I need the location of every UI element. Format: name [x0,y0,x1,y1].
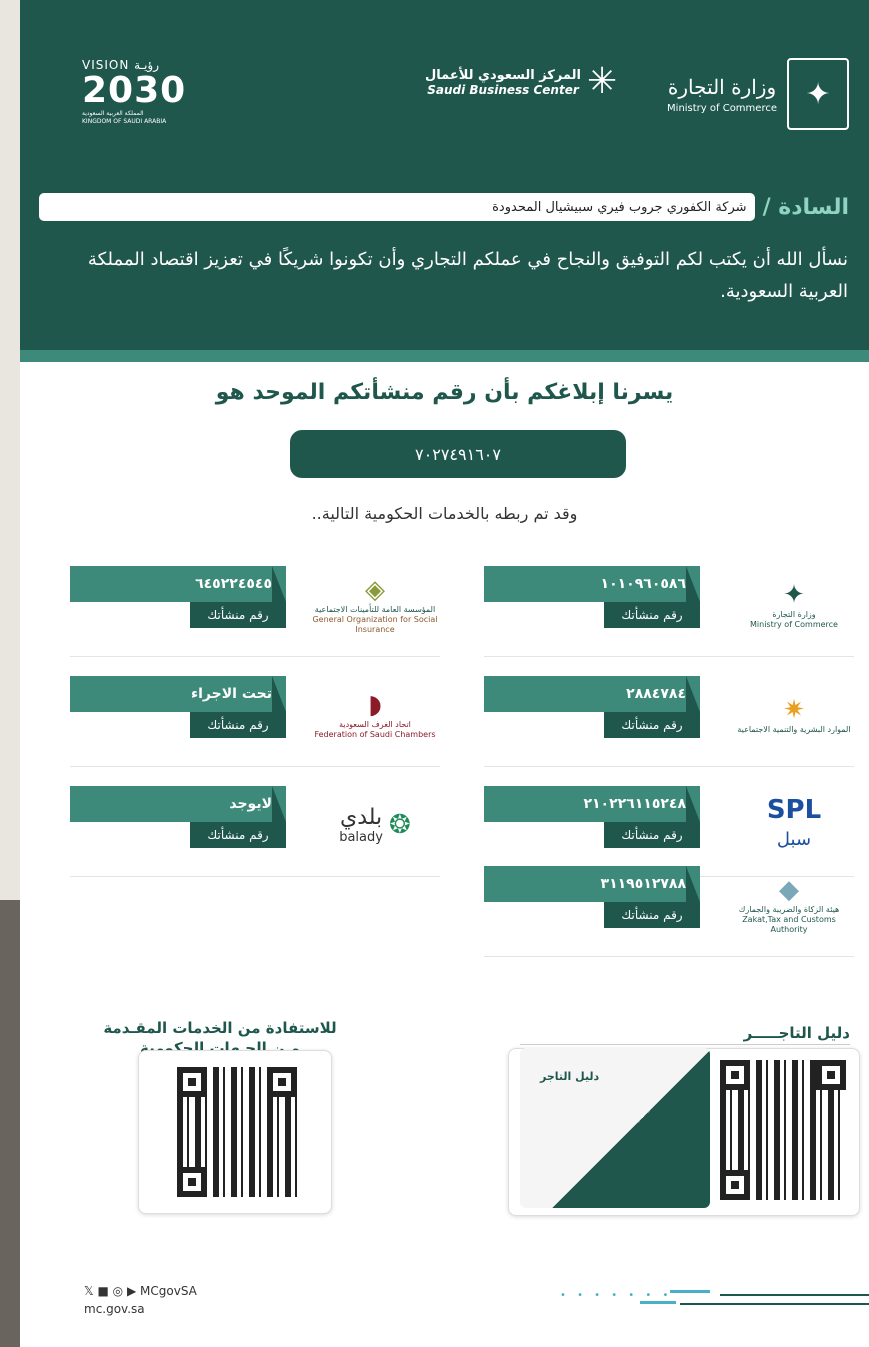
decorative-line [670,1290,710,1293]
service-number: ٢٨٨٤٧٨٤ [484,676,700,712]
x-icon: 𝕏 [84,1284,94,1298]
service-number-label: رقم منشأتك [604,602,700,628]
service-logo: SPL سبل [734,790,854,860]
ministry-name-ar: وزارة التجارة [667,74,777,99]
instagram-icon: ◎ [112,1284,124,1298]
header-panel: ✦ وزارة التجارة Ministry of Commerce ✳ ا… [20,0,869,350]
service-number-label: رقم منشأتك [604,902,700,928]
qr-finder [720,1060,750,1090]
youtube-icon: ▶ [126,1284,137,1298]
service-number: ١٠١٠٩٦٠٥٨٦ [484,566,700,602]
merchant-guide-title: دليل التاجـــــر [743,1024,850,1042]
guide-divider [520,1044,850,1045]
hrsd-star-icon: ✷ [783,695,805,725]
service-number-label: رقم منشأتك [604,822,700,848]
gosi-icon: ◈ [365,575,385,605]
qr-title-line1: للاستفادة من الخدمات المقـدمة [103,1019,337,1037]
header-accent-bar [20,350,869,362]
service-logo: بلدي balady ❂ [310,790,440,860]
fsc-icon: ◗ [368,690,382,720]
service-balady: بلدي balady ❂ لايوجد رقم منشأتك [70,786,440,877]
sbc-logo: ✳ المركز السعودي للأعمال Saudi Business … [425,62,617,102]
ministry-name-en: Ministry of Commerce [667,102,777,114]
service-number: ٢١٠٢٢٦١١٥٢٤٨ [484,786,700,822]
website-url[interactable]: mc.gov.sa [84,1302,145,1316]
spl-logo-ar: سبل [776,829,812,850]
vision-sub-en: KINGDOM OF SAUDI ARABIA [82,118,167,125]
decorative-line [640,1301,676,1304]
decorative-dots: • • • • • • • [560,1290,673,1301]
service-zatca: ◆ هيئة الزكاة والضريبة والجمارك Zakat,Ta… [484,866,854,957]
vision-sub-ar: المملكة العربية السعودية [82,110,144,117]
service-name-ar: اتحاد الغرف السعودية [339,720,411,729]
service-number-label: رقم منشأتك [604,712,700,738]
greeting-text: نسأل الله أن يكتب لكم التوفيق والنجاح في… [87,249,848,302]
service-logo: ◈ المؤسسة العامة للتأمينات الاجتماعية Ge… [310,570,440,640]
company-name-field: شركة الكفوري جروب فيري سبيشيال المحدودة [39,193,755,221]
sbc-star-icon: ✳ [587,61,618,102]
service-number: ٣١١٩٥١٢٧٨٨ [484,866,700,902]
service-number: ٦٤٥٢٢٤٥٤٥ [70,566,286,602]
service-name-ar: المؤسسة العامة للتأمينات الاجتماعية [314,605,436,614]
recipient-row: السادة / شركة الكفوري جروب فيري سبيشيال … [39,192,849,222]
social-handles: 𝕏 ■ ◎ ▶ MCgovSA [84,1284,197,1298]
service-logo: ✦ وزارة التجارة Ministry of Commerce [734,570,854,640]
qr-finder [267,1067,297,1097]
sbc-name-en: Saudi Business Center [427,82,579,97]
ministry-logo: ✦ وزارة التجارة Ministry of Commerce [667,58,849,130]
service-name-ar: هيئة الزكاة والضريبة والجمارك [738,905,840,914]
vision-year: 2030 [82,70,187,111]
linked-services-text: وقد تم ربطه بالخدمات الحكومية التالية.. [311,504,578,523]
balady-palm-icon: ❂ [388,810,411,840]
service-number-label: رقم منشأتك [190,602,286,628]
service-name-ar: وزارة التجارة [772,610,816,619]
service-hrsd: ✷ الموارد البشرية والتنمية الاجتماعية ٢٨… [484,676,854,767]
service-name-en: Ministry of Commerce [750,620,838,629]
service-name-ar: الموارد البشرية والتنمية الاجتماعية [737,725,851,734]
service-number: لايوجد [70,786,286,822]
qr-finder [720,1170,750,1200]
balady-name-en: balady [339,829,383,845]
spl-logo-text: SPL [766,795,822,825]
service-number-label: رقم منشأتك [190,712,286,738]
book-cover-title: دليل التاجر [540,1070,600,1083]
qr-finder [816,1060,846,1090]
unified-number: ٧٠٢٧٤٩١٦٠٧ [290,430,626,478]
decorative-line [720,1294,869,1296]
service-gosi: ◈ المؤسسة العامة للتأمينات الاجتماعية Ge… [70,566,440,657]
qr-finder [177,1067,207,1097]
facebook-icon: ■ [97,1284,109,1298]
service-name-en: Zakat,Tax and Customs Authority [742,915,836,934]
decorative-line [680,1303,869,1305]
service-number: تحت الاجراء [70,676,286,712]
service-name-en: General Organization for Social Insuranc… [312,615,438,634]
unified-number-title: يسرنا إبلاغكم بأن رقم منشأتكم الموحد هو [215,380,674,405]
service-fsc: ◗ اتحاد الغرف السعودية Federation of Sau… [70,676,440,767]
vision-2030-logo: VISION رؤيـة 2030 المملكة العربية السعود… [82,58,192,126]
service-logo: ◆ هيئة الزكاة والضريبة والجمارك Zakat,Ta… [724,870,854,940]
service-number-label: رقم منشأتك [190,822,286,848]
service-spl: SPL سبل ٢١٠٢٢٦١١٥٢٤٨ رقم منشأتك [484,786,854,877]
gov-services-qr-card[interactable] [138,1050,332,1214]
service-logo: ✷ الموارد البشرية والتنمية الاجتماعية [734,680,854,750]
service-name-en: Federation of Saudi Chambers [314,730,436,739]
certificate-page: ✦ وزارة التجارة Ministry of Commerce ✳ ا… [20,0,869,1347]
service-moc: ✦ وزارة التجارة Ministry of Commerce ١٠١… [484,566,854,657]
recipient-label: السادة / [762,194,849,220]
zatca-map-icon: ◆ [779,875,799,905]
social-handle-text: MCgovSA [140,1284,197,1298]
palm-swords-icon: ✦ [787,58,849,130]
balady-name-ar: بلدي [340,804,383,830]
qr-finder [177,1167,207,1197]
sbc-name-ar: المركز السعودي للأعمال [425,67,581,83]
left-background-strip [0,900,20,1347]
palm-swords-icon: ✦ [783,580,805,610]
service-logo: ◗ اتحاد الغرف السعودية Federation of Sau… [310,680,440,750]
